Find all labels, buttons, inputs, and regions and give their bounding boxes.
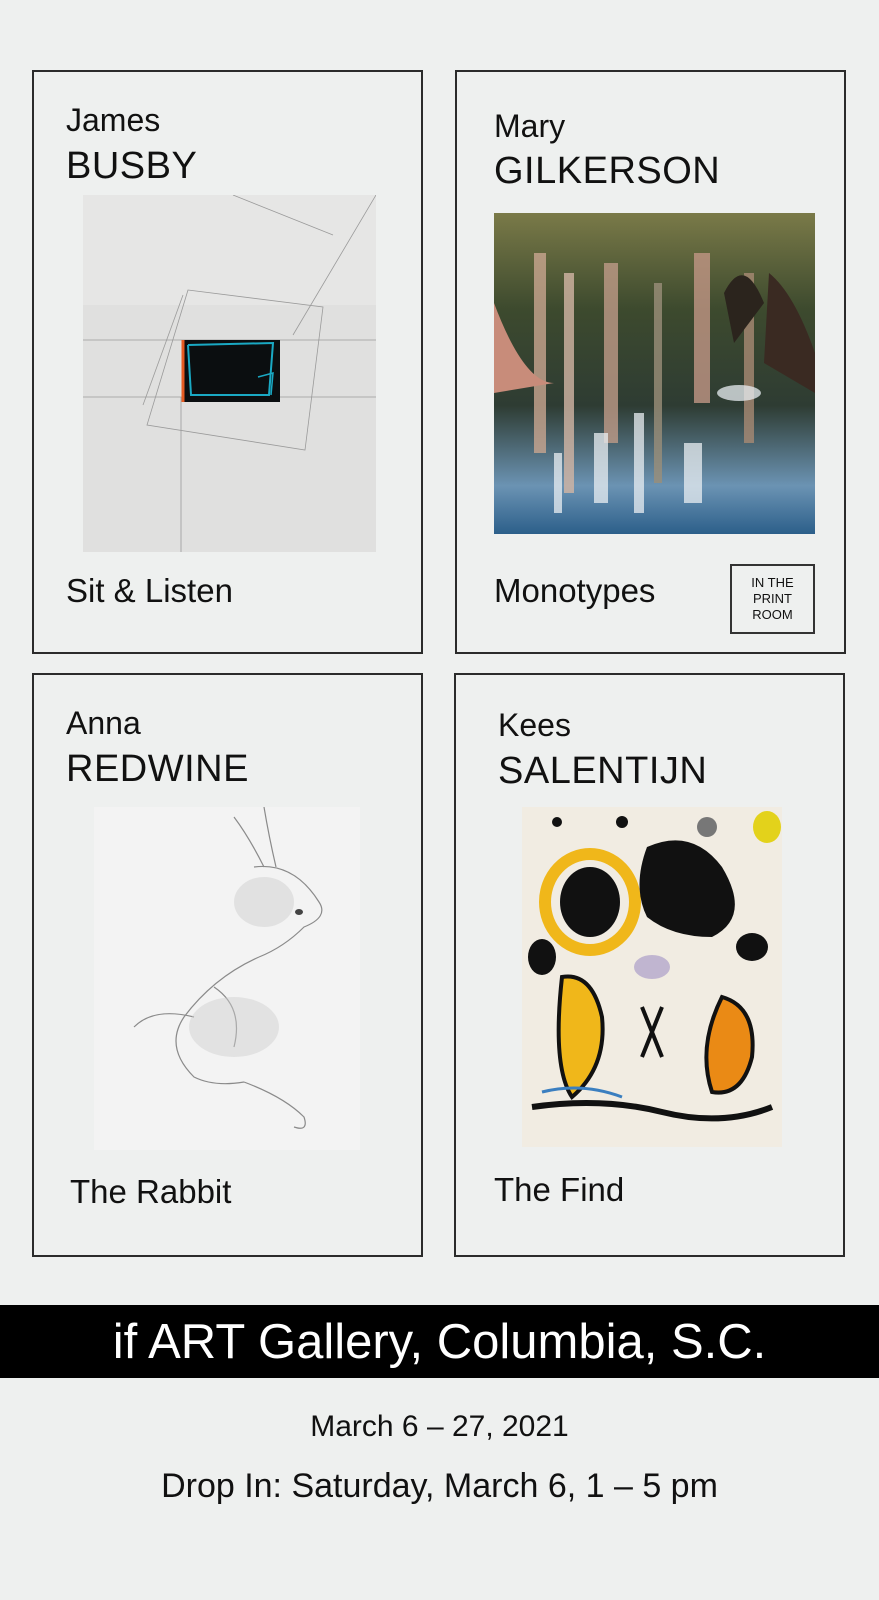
exhibition-title: The Rabbit bbox=[70, 1173, 232, 1210]
artist-first-name: Anna bbox=[66, 705, 141, 741]
artist-last-name: BUSBY bbox=[66, 145, 198, 187]
artwork-image bbox=[494, 213, 815, 534]
exhibition-dates: March 6 – 27, 2021 bbox=[310, 1410, 569, 1443]
artist-card-busby: James BUSBY Sit & Listen bbox=[32, 70, 423, 654]
artist-first-name: Mary bbox=[494, 108, 566, 144]
artwork-image bbox=[83, 195, 376, 552]
artist-card-salentijn: Kees SALENTIJN The Find bbox=[454, 673, 845, 1257]
artist-last-name: REDWINE bbox=[66, 748, 249, 790]
artist-card-redwine: Anna REDWINE The Rabbit bbox=[32, 673, 423, 1257]
artist-first-name: Kees bbox=[498, 707, 571, 743]
exhibition-title: Sit & Listen bbox=[66, 572, 233, 609]
exhibition-title: Monotypes bbox=[494, 572, 656, 609]
artist-card-gilkerson: Mary GILKERSON Monotypes IN THE PRINT RO… bbox=[455, 70, 846, 654]
exhibition-title: The Find bbox=[494, 1171, 625, 1208]
print-room-stamp: IN THE PRINT ROOM bbox=[730, 564, 815, 634]
artwork-image bbox=[94, 807, 360, 1150]
artwork-image bbox=[522, 807, 782, 1147]
artist-first-name: James bbox=[66, 102, 161, 138]
artist-last-name: GILKERSON bbox=[494, 150, 721, 192]
gallery-banner: if ART Gallery, Columbia, S.C. bbox=[0, 1305, 879, 1378]
drop-in-info: Drop In: Saturday, March 6, 1 – 5 pm bbox=[161, 1467, 718, 1505]
artist-last-name: SALENTIJN bbox=[498, 750, 708, 792]
